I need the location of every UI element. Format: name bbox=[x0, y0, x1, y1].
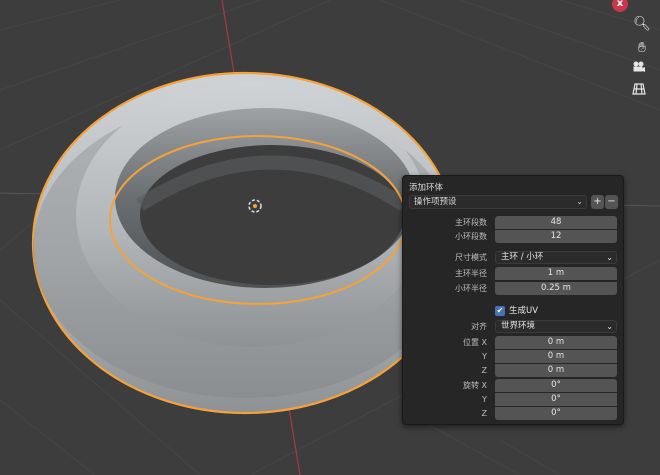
rotation-y-field[interactable]: 0° bbox=[495, 393, 617, 406]
align-value: 世界环境 bbox=[501, 321, 536, 331]
camera-icon[interactable] bbox=[632, 60, 652, 80]
minor-radius-field[interactable]: 0.25 m bbox=[495, 282, 617, 295]
align-label: 对齐 bbox=[471, 322, 487, 331]
operator-preset-dropdown[interactable]: 操作项预设 ⌄ bbox=[409, 195, 587, 209]
dimensions-mode-value: 主环 / 小环 bbox=[501, 252, 544, 262]
dimensions-mode-label: 尺寸模式 bbox=[455, 253, 487, 262]
chevron-down-icon: ⌄ bbox=[576, 197, 583, 206]
generate-uv-checkbox[interactable]: ✔ bbox=[495, 306, 505, 316]
align-dropdown[interactable]: 世界环境 ⌄ bbox=[495, 320, 617, 333]
major-radius-label: 主环半径 bbox=[455, 269, 487, 278]
location-y-field[interactable]: 0 m bbox=[495, 350, 617, 363]
major-radius-field[interactable]: 1 m bbox=[495, 267, 617, 280]
zoom-icon[interactable]: 🔍︎ bbox=[632, 14, 652, 34]
generate-uv-label: 生成UV bbox=[509, 306, 539, 316]
minor-radius-label: 小环半径 bbox=[455, 284, 487, 293]
major-segments-field[interactable]: 48 bbox=[495, 216, 617, 229]
preset-row: 操作项预设 ⌄ + − bbox=[409, 195, 618, 209]
minor-segments-field[interactable]: 12 bbox=[495, 230, 617, 243]
chevron-down-icon: ⌄ bbox=[606, 322, 613, 331]
chevron-down-icon: ⌄ bbox=[606, 253, 613, 262]
location-z-field[interactable]: 0 m bbox=[495, 364, 617, 377]
minor-segments-label: 小环段数 bbox=[455, 232, 487, 241]
location-z-label: Z bbox=[481, 366, 487, 375]
add-torus-operator-panel: 添加环体 操作项预设 ⌄ + − 主环段数 48 小环段数 12 尺寸模式 主环… bbox=[402, 175, 624, 425]
panel-title: 添加环体 bbox=[409, 183, 444, 193]
location-x-field[interactable]: 0 m bbox=[495, 336, 617, 349]
rotation-z-field[interactable]: 0° bbox=[495, 407, 617, 420]
rotation-y-label: Y bbox=[482, 395, 487, 404]
major-segments-label: 主环段数 bbox=[455, 218, 487, 227]
torus-mesh[interactable] bbox=[31, 71, 459, 415]
add-preset-button[interactable]: + bbox=[591, 195, 604, 209]
remove-preset-button[interactable]: − bbox=[605, 195, 618, 209]
rotation-x-label: 旋转 X bbox=[462, 381, 487, 390]
preset-value: 操作项预设 bbox=[414, 197, 457, 207]
grid-glyph bbox=[632, 83, 646, 95]
location-x-label: 位置 X bbox=[462, 338, 487, 347]
camera-glyph bbox=[633, 61, 645, 72]
location-y-label: Y bbox=[482, 352, 487, 361]
rotation-z-label: Z bbox=[481, 409, 487, 418]
perspective-grid-icon[interactable] bbox=[632, 82, 652, 102]
pan-hand-icon[interactable]: ✋︎ bbox=[632, 38, 652, 58]
dimensions-mode-dropdown[interactable]: 主环 / 小环 ⌄ bbox=[495, 251, 617, 264]
rotation-x-field[interactable]: 0° bbox=[495, 379, 617, 392]
